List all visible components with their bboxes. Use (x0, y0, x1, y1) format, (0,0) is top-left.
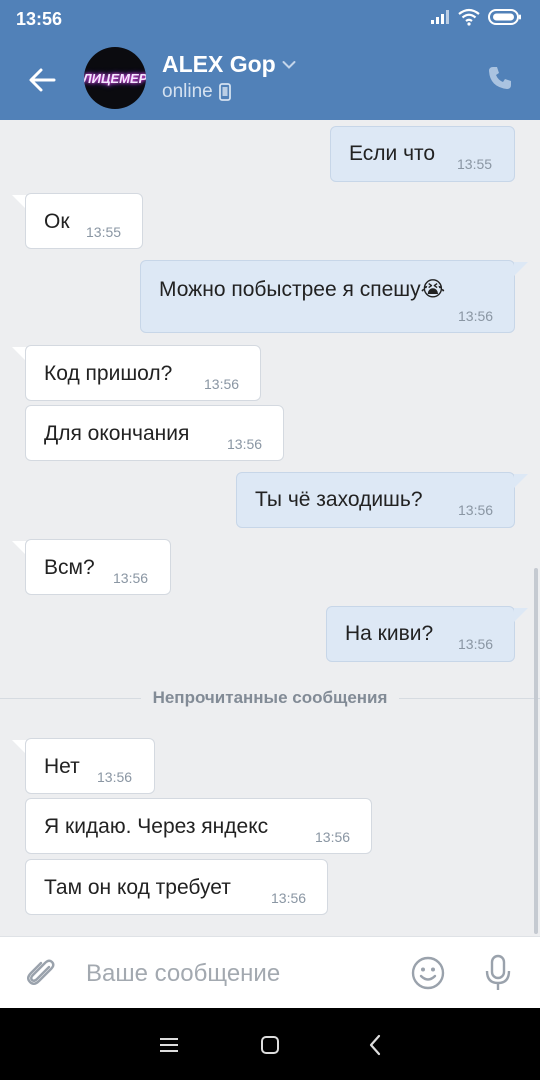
unread-divider: Непрочитанные сообщения (0, 688, 540, 708)
unread-divider-label: Непрочитанные сообщения (140, 688, 400, 707)
bubble-tail (514, 608, 528, 622)
message-bubble-incoming[interactable]: Для окончания 13:56 (25, 405, 284, 461)
message-bubble-incoming[interactable]: Там он код требует 13:56 (25, 859, 328, 915)
mobile-phone-icon (218, 83, 231, 101)
message-time: 13:56 (458, 636, 494, 652)
emoji-button[interactable] (410, 955, 446, 996)
contact-name[interactable]: ALEX Gop (162, 51, 296, 78)
battery-icon (488, 9, 521, 25)
contact-status: online (162, 81, 231, 103)
message-bubble-incoming[interactable]: Код пришол? 13:56 (25, 345, 261, 401)
message-time: 13:56 (113, 570, 149, 586)
chat-header: ЛИЦЕМЕР ALEX Gop online (0, 38, 540, 120)
bubble-tail (514, 474, 528, 488)
bubble-tail (12, 195, 26, 209)
avatar[interactable]: ЛИЦЕМЕР (84, 47, 146, 109)
avatar-logo: ЛИЦЕМЕР (84, 70, 146, 86)
bubble-tail (12, 740, 26, 754)
message-bubble-incoming[interactable]: Нет 13:56 (25, 738, 155, 794)
message-text: Код пришол? (44, 362, 173, 385)
message-time: 13:55 (86, 224, 122, 240)
message-bubble-outgoing[interactable]: На киви? 13:56 (326, 606, 515, 662)
message-bubble-outgoing[interactable]: Можно побыстрее я спешу😭 13:56 (140, 260, 515, 333)
message-time: 13:56 (204, 376, 240, 392)
microphone-icon (485, 954, 511, 990)
message-text: Если что (349, 142, 436, 165)
message-time: 13:56 (315, 829, 351, 845)
message-list[interactable]: Если что 13:55 Ок 13:55 Можно побыстрее … (0, 120, 540, 936)
status-icons (430, 8, 522, 26)
contact-name-label: ALEX Gop (162, 51, 276, 77)
message-time: 13:56 (458, 502, 494, 518)
message-text: Ты чё заходишь? (255, 488, 423, 511)
message-bubble-incoming[interactable]: Всм? 13:56 (25, 539, 171, 595)
paperclip-icon (27, 959, 55, 985)
message-time: 13:56 (227, 436, 263, 452)
message-time: 13:56 (271, 890, 307, 906)
message-time: 13:56 (458, 308, 494, 324)
home-square-icon (261, 1036, 279, 1054)
bubble-tail (514, 262, 528, 276)
message-text: Я кидаю. Через яндекс (44, 815, 269, 838)
call-button[interactable] (482, 60, 518, 96)
attach-button[interactable] (24, 955, 60, 996)
bubble-tail (12, 541, 26, 555)
wifi-icon (458, 8, 480, 26)
chevron-left-icon (369, 1034, 381, 1056)
menu-button[interactable] (154, 1030, 184, 1060)
message-text: На киви? (345, 622, 434, 645)
message-text: Там он код требует (44, 876, 231, 899)
message-text: Ок (44, 210, 70, 233)
message-time: 13:56 (97, 769, 133, 785)
message-text: Можно побыстрее я спешу😭 (159, 278, 446, 301)
message-composer (0, 936, 540, 1008)
back-button[interactable] (22, 60, 62, 100)
system-navigation-bar (0, 1008, 540, 1080)
message-text: Для окончания (44, 422, 190, 445)
signal-icon (431, 10, 449, 24)
message-bubble-incoming[interactable]: Я кидаю. Через яндекс 13:56 (25, 798, 372, 854)
message-bubble-outgoing[interactable]: Если что 13:55 (330, 126, 515, 182)
message-text: Нет (44, 755, 80, 778)
message-input[interactable] (86, 957, 386, 991)
phone-icon (489, 67, 511, 89)
scrollbar[interactable] (534, 568, 538, 934)
home-button[interactable] (255, 1030, 285, 1060)
menu-icon (160, 1038, 178, 1052)
system-back-button[interactable] (360, 1030, 390, 1060)
smiley-icon (411, 956, 445, 990)
status-time: 13:56 (16, 9, 63, 29)
contact-status-label: online (162, 81, 213, 102)
message-bubble-outgoing[interactable]: Ты чё заходишь? 13:56 (236, 472, 515, 528)
status-bar: 13:56 (0, 0, 540, 38)
message-time: 13:55 (457, 156, 493, 172)
voice-message-button[interactable] (482, 953, 514, 998)
message-bubble-incoming[interactable]: Ок 13:55 (25, 193, 143, 249)
bubble-tail (12, 347, 26, 361)
chevron-down-icon (282, 60, 296, 69)
message-text: Всм? (44, 556, 95, 579)
arrow-left-icon (29, 68, 56, 92)
